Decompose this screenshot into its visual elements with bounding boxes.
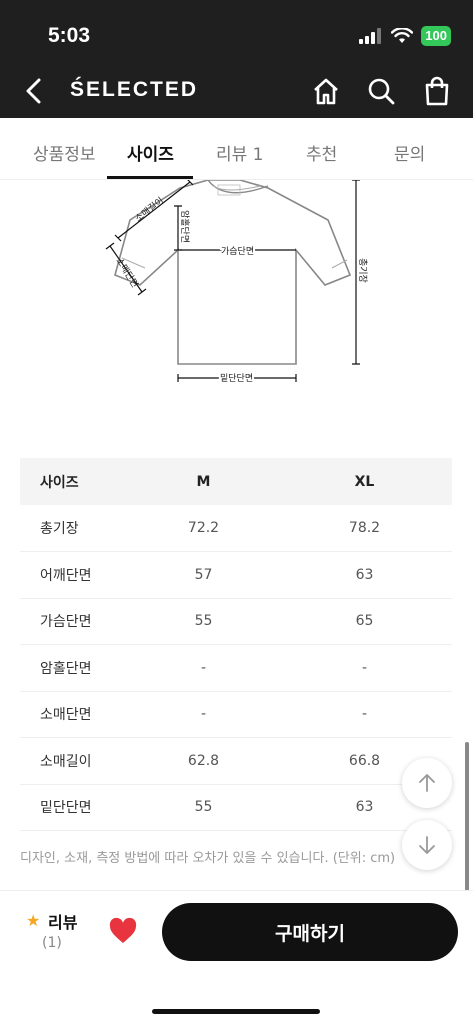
table-row: 밑단단면 55 63 xyxy=(20,784,452,831)
row-label: 총기장 xyxy=(20,505,130,552)
table-header-row: 사이즈 M XL xyxy=(20,458,452,505)
row-label: 소매단면 xyxy=(20,691,130,738)
cell-xl: 78.2 xyxy=(277,505,452,552)
tab-bar: 상품정보 사이즈 리뷰 1 추천 문의 xyxy=(0,118,473,180)
tab-inquiry[interactable]: 문의 xyxy=(394,140,425,165)
heart-icon[interactable] xyxy=(107,915,139,947)
back-icon[interactable] xyxy=(20,76,50,106)
cell-m: 55 xyxy=(130,598,277,645)
table-header-xl: XL xyxy=(277,458,452,505)
tab-recommend[interactable]: 추천 xyxy=(306,140,337,165)
battery-indicator: 100 xyxy=(421,26,451,46)
cell-m: 55 xyxy=(130,784,277,831)
chest-label: 가슴단면 xyxy=(221,246,254,257)
bottom-action-bar: ★ 리뷰 (1) 구매하기 xyxy=(0,890,473,1024)
tab-reviews[interactable]: 리뷰 1 xyxy=(216,140,264,165)
cell-xl: 63 xyxy=(277,551,452,599)
table-row: 어깨단면 57 63 xyxy=(20,551,452,599)
scroll-top-button[interactable] xyxy=(402,758,452,808)
cell-m: 72.2 xyxy=(130,505,277,552)
arrow-down-icon xyxy=(419,836,435,854)
shopping-bag-icon[interactable] xyxy=(421,75,453,107)
total-length-label: 총기장 xyxy=(357,258,368,283)
size-diagram: 소매길이 소매단면 암홀단면 가슴단면 총기장 밑단단면 xyxy=(105,180,368,386)
search-icon[interactable] xyxy=(365,75,397,107)
cell-m: - xyxy=(130,644,277,692)
tab-product-info[interactable]: 상품정보 xyxy=(33,140,96,165)
cell-xl: - xyxy=(277,691,452,738)
cell-m: 57 xyxy=(130,551,277,599)
table-header-m: M xyxy=(130,458,277,505)
home-icon[interactable] xyxy=(310,75,342,107)
scroll-bottom-button[interactable] xyxy=(402,820,452,870)
cell-xl: - xyxy=(277,644,452,692)
row-label: 밑단단면 xyxy=(20,784,130,831)
top-bar: 5:03 100 ŚELECTED xyxy=(0,0,473,118)
row-label: 가슴단면 xyxy=(20,598,130,645)
cell-xl: 65 xyxy=(277,598,452,645)
home-indicator xyxy=(152,1009,320,1014)
signal-icon xyxy=(359,28,382,44)
review-count: (1) xyxy=(42,935,62,951)
armhole-label: 암홀단면 xyxy=(179,210,191,243)
row-label: 암홀단면 xyxy=(20,644,130,692)
arrow-up-icon xyxy=(419,774,435,792)
table-row: 총기장 72.2 78.2 xyxy=(20,505,452,552)
cell-m: - xyxy=(130,691,277,738)
table-row: 가슴단면 55 65 xyxy=(20,598,452,645)
row-label: 어깨단면 xyxy=(20,551,130,599)
size-table: 사이즈 M XL 총기장 72.2 78.2 어깨단면 57 63 가슴단면 5… xyxy=(20,458,452,831)
table-row: 소매단면 - - xyxy=(20,691,452,738)
row-label: 소매길이 xyxy=(20,737,130,785)
table-header-size: 사이즈 xyxy=(20,458,130,505)
brand-title: ŚELECTED xyxy=(70,78,199,101)
hem-label: 밑단단면 xyxy=(220,372,253,384)
review-label[interactable]: 리뷰 xyxy=(48,909,77,933)
active-tab-indicator xyxy=(107,176,193,179)
status-time: 5:03 xyxy=(48,24,91,47)
table-row: 소매길이 62.8 66.8 xyxy=(20,737,452,785)
tab-size[interactable]: 사이즈 xyxy=(127,140,174,165)
measurement-note: 디자인, 소재, 측정 방법에 따라 오차가 있을 수 있습니다. (단위: c… xyxy=(20,851,396,866)
star-icon: ★ xyxy=(26,911,41,930)
table-row: 암홀단면 - - xyxy=(20,644,452,692)
buy-button[interactable]: 구매하기 xyxy=(162,903,458,961)
wifi-icon xyxy=(391,28,414,43)
cell-m: 62.8 xyxy=(130,737,277,785)
status-icons: 100 xyxy=(359,26,451,46)
app-header: ŚELECTED xyxy=(0,70,473,118)
